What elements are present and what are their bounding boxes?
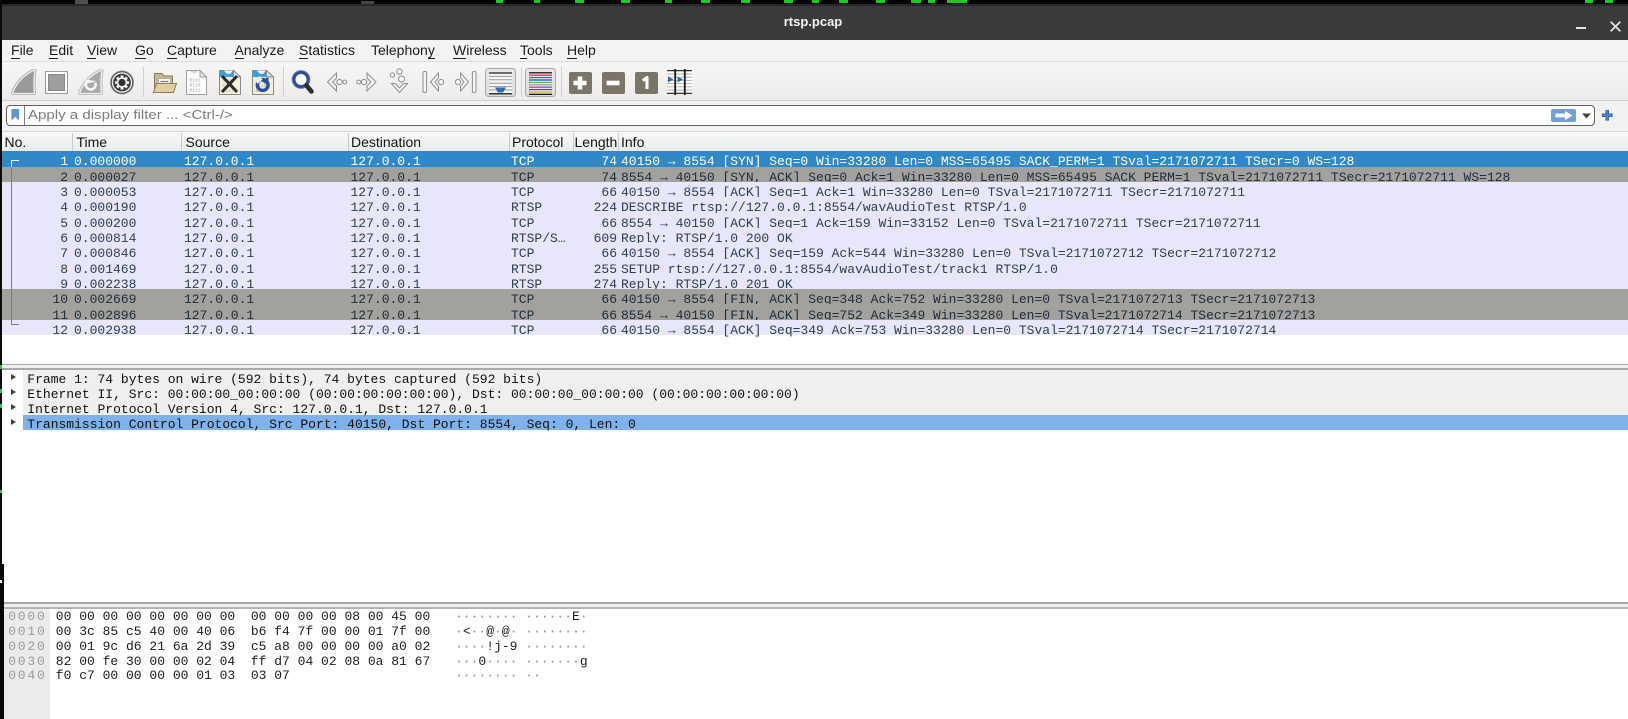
svg-text:0111: 0111	[190, 87, 201, 93]
